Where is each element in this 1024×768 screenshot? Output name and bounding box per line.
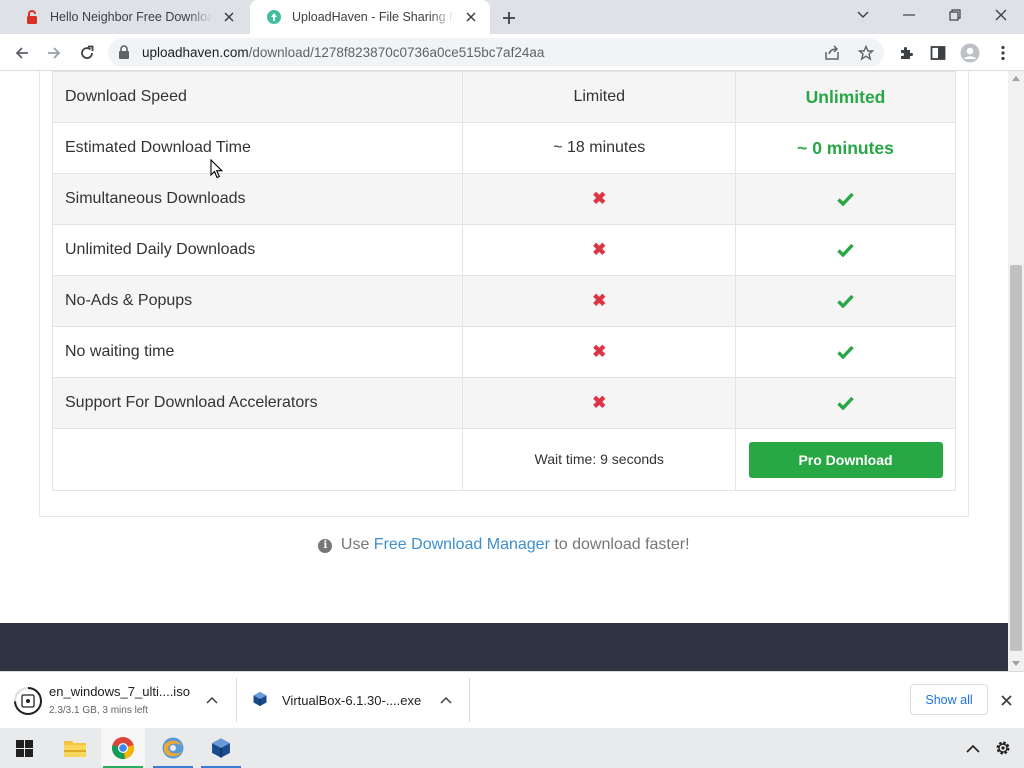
minimize-icon[interactable] — [886, 0, 932, 30]
tab-title: UploadHaven - File Sharing Made — [292, 10, 454, 24]
feature-label: No waiting time — [51, 326, 464, 378]
cross-icon: ✖ — [592, 291, 607, 310]
download-filename: VirtualBox-6.1.30-....exe — [282, 693, 422, 708]
close-window-icon[interactable] — [978, 0, 1024, 30]
comparison-table: Download Speed Limited Unlimited Estimat… — [51, 71, 956, 491]
download-filename: en_windows_7_ulti....iso — [49, 684, 190, 699]
forward-arrow-icon[interactable] — [41, 40, 67, 66]
feature-label: Unlimited Daily Downloads — [51, 224, 464, 276]
table-row: Unlimited Daily Downloads ✖ — [51, 224, 956, 276]
tab-strip: Hello Neighbor Free Download ( UploadHav… — [0, 0, 1024, 34]
feature-label: Estimated Download Time — [51, 122, 464, 174]
close-tab-icon[interactable] — [462, 8, 480, 26]
pro-value: ~ 0 minutes — [797, 137, 894, 158]
check-icon — [837, 396, 854, 410]
free-download-manager-link[interactable]: Free Download Manager — [374, 536, 550, 553]
menu-kebab-icon[interactable] — [990, 40, 1016, 66]
file-explorer-icon[interactable] — [53, 728, 97, 768]
mouse-cursor-icon — [210, 159, 223, 179]
download-options-chevron-icon[interactable] — [204, 692, 220, 708]
feature-label: No-Ads & Popups — [51, 275, 464, 327]
browser-toolbar: uploadhaven.com/download/1278f823870c073… — [0, 34, 1024, 71]
disc-image-file-icon — [14, 687, 42, 715]
pro-value: Unlimited — [805, 86, 886, 107]
table-row: No-Ads & Popups ✖ — [51, 275, 956, 327]
page-scrollbar[interactable] — [1008, 71, 1024, 671]
check-icon — [837, 345, 854, 359]
table-row: Simultaneous Downloads ✖ — [51, 173, 956, 225]
table-row: Support For Download Accelerators ✖ — [51, 377, 956, 429]
profile-avatar-icon[interactable] — [957, 40, 983, 66]
download-item-virtualbox[interactable]: VirtualBox-6.1.30-....exe — [237, 672, 469, 728]
chrome-taskbar-icon[interactable] — [101, 728, 145, 768]
site-footer — [0, 623, 1008, 671]
close-shelf-icon[interactable] — [996, 690, 1016, 710]
new-tab-icon[interactable] — [498, 7, 520, 29]
virtualbox-file-icon — [253, 692, 267, 706]
url-text: uploadhaven.com/download/1278f823870c073… — [142, 45, 544, 60]
table-row: Download Speed Limited Unlimited — [51, 71, 956, 123]
scroll-up-arrow-icon[interactable] — [1012, 75, 1020, 81]
side-panel-icon[interactable] — [925, 40, 951, 66]
fdm-tip-suffix: to download faster! — [554, 536, 690, 553]
feature-label: Support For Download Accelerators — [51, 377, 464, 429]
lock-favicon-icon — [27, 10, 37, 24]
close-tab-icon[interactable] — [220, 8, 238, 26]
cross-icon: ✖ — [592, 240, 607, 259]
url-path: /download/1278f823870c0736a0ce515bc7af24… — [248, 45, 545, 60]
tab-uploadhaven[interactable]: UploadHaven - File Sharing Made — [250, 0, 490, 34]
free-value: ~ 18 minutes — [462, 122, 737, 174]
url-host: uploadhaven.com — [142, 45, 249, 60]
back-arrow-icon[interactable] — [9, 40, 35, 66]
download-shelf: en_windows_7_ulti....iso 2.3/3.1 GB, 3 m… — [0, 671, 1024, 728]
check-icon — [837, 192, 854, 206]
fdm-tip-prefix: Use — [340, 536, 370, 553]
virtualbox-taskbar-icon[interactable] — [199, 728, 243, 768]
cross-icon: ✖ — [592, 189, 607, 208]
bookmark-star-icon[interactable] — [856, 43, 876, 63]
download-status: 2.3/3.1 GB, 3 mins left — [49, 705, 148, 716]
tab-search-chevron-icon[interactable] — [840, 0, 886, 30]
empty-cell — [51, 428, 464, 491]
download-options-chevron-icon[interactable] — [438, 692, 454, 708]
tab-title: Hello Neighbor Free Download ( — [50, 10, 212, 24]
info-icon: i — [318, 539, 333, 553]
share-icon[interactable] — [822, 43, 842, 63]
feature-label: Simultaneous Downloads — [51, 173, 464, 225]
free-value: Limited — [462, 71, 737, 123]
extensions-puzzle-icon[interactable] — [893, 40, 919, 66]
windows-start-icon[interactable] — [2, 728, 46, 768]
page-viewport: Download Speed Limited Unlimited Estimat… — [0, 71, 1008, 671]
table-row: No waiting time ✖ — [51, 326, 956, 378]
wait-time-text: Wait time: 9 seconds — [534, 450, 664, 467]
table-row-actions: Wait time: 9 seconds Pro Download — [51, 428, 956, 491]
cross-icon: ✖ — [592, 342, 607, 361]
feature-label: Download Speed — [51, 71, 464, 123]
fdm-tip: i Use Free Download Manager to download … — [0, 536, 1008, 554]
scroll-down-arrow-icon[interactable] — [1012, 661, 1020, 667]
restore-icon[interactable] — [932, 0, 978, 30]
address-bar[interactable]: uploadhaven.com/download/1278f823870c073… — [108, 38, 884, 67]
show-all-button[interactable]: Show all — [910, 684, 988, 715]
cross-icon: ✖ — [592, 393, 607, 412]
uploadhaven-favicon-icon — [267, 10, 281, 24]
divider — [469, 678, 470, 722]
lock-icon — [119, 45, 129, 59]
scrollbar-thumb[interactable] — [1010, 265, 1022, 651]
tab-hello-neighbor[interactable]: Hello Neighbor Free Download ( — [8, 0, 248, 34]
check-icon — [837, 294, 854, 308]
reload-icon[interactable] — [74, 40, 100, 66]
table-row: Estimated Download Time ~ 18 minutes ~ 0… — [51, 122, 956, 174]
download-item-windows-iso[interactable]: en_windows_7_ulti....iso 2.3/3.1 GB, 3 m… — [0, 672, 236, 728]
pro-download-button[interactable]: Pro Download — [748, 441, 943, 478]
alternate-browser-icon[interactable] — [151, 728, 195, 768]
check-icon — [837, 243, 854, 257]
windows-taskbar — [0, 728, 1024, 768]
settings-gear-icon[interactable] — [983, 728, 1023, 768]
